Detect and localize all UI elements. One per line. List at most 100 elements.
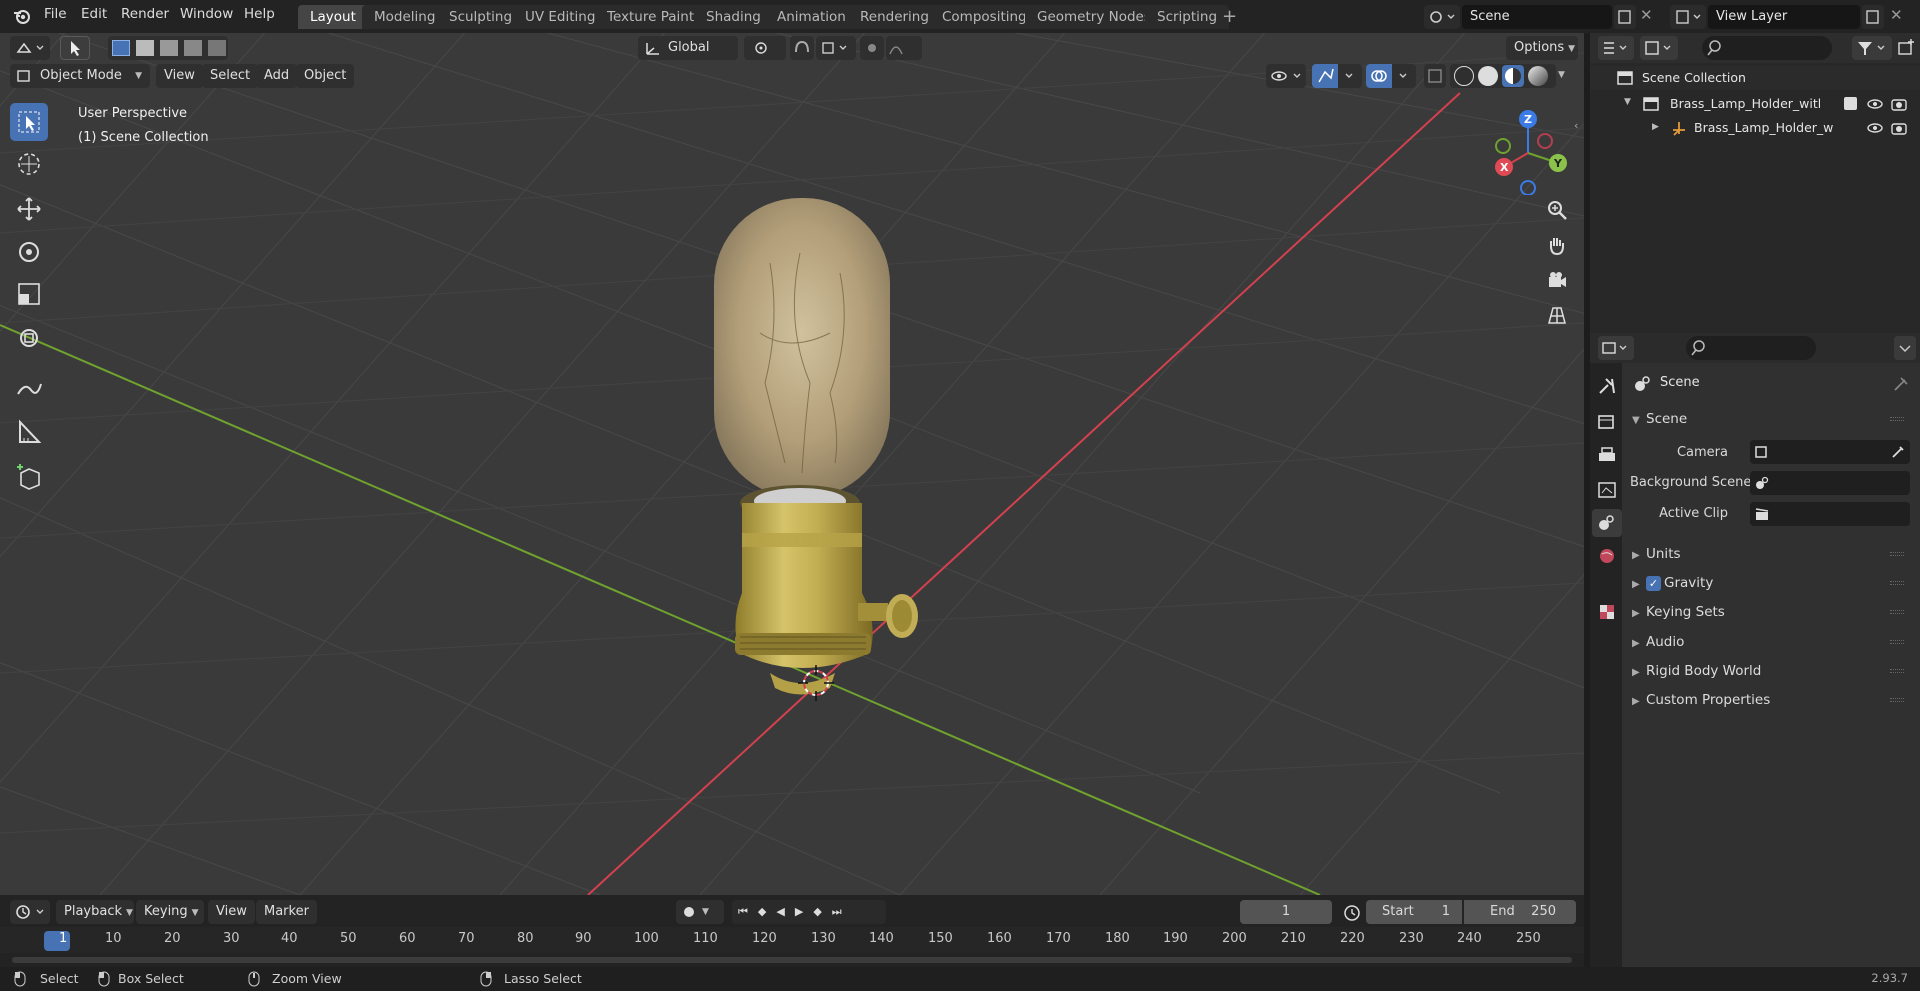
shading-options-dropdown[interactable]: ▼ <box>1558 70 1565 80</box>
camera-view-icon[interactable] <box>1542 265 1572 295</box>
outliner-object-row[interactable]: ▶ Brass_Lamp_Holder_with <box>1590 116 1920 140</box>
invert-selection-icon[interactable] <box>184 40 202 56</box>
visibility-eye-icon[interactable] <box>1866 121 1884 135</box>
tool-tab-icon[interactable] <box>1594 373 1620 399</box>
keying-menu[interactable]: Keying ▼ <box>136 900 204 924</box>
view-layer-type-button[interactable] <box>1670 5 1706 29</box>
play-icon[interactable]: ▶ <box>795 900 803 924</box>
jump-to-keyframe-back-icon[interactable]: ◆ <box>758 900 766 924</box>
select-menu[interactable]: Select <box>202 64 259 88</box>
zoom-icon[interactable] <box>1542 195 1572 225</box>
object-mode-dropdown[interactable]: Object Mode ▼ <box>10 64 150 88</box>
gizmo-toggle[interactable] <box>1312 64 1362 88</box>
navigation-gizmo[interactable]: Z Y X <box>1484 105 1574 195</box>
annotate-tool-icon[interactable] <box>10 369 48 407</box>
properties-editor-type-button[interactable] <box>1598 336 1634 360</box>
view-layer-tab-icon[interactable] <box>1594 477 1620 503</box>
outliner-search-input[interactable] <box>1702 36 1832 60</box>
properties-search-input[interactable] <box>1686 336 1816 360</box>
options-dropdown[interactable]: Options ▼ <box>1506 36 1578 60</box>
tab-shading[interactable]: Shading <box>694 5 773 29</box>
new-view-layer-icon[interactable] <box>1862 5 1884 29</box>
render-camera-icon[interactable] <box>1890 96 1908 112</box>
menu-file[interactable]: File <box>44 6 67 26</box>
filter-dropdown-icon[interactable] <box>1852 36 1892 60</box>
overlays-toggle[interactable] <box>1366 64 1416 88</box>
expand-arrow-icon[interactable]: ▶ <box>1652 122 1659 132</box>
active-clip-field[interactable] <box>1750 502 1910 526</box>
sidebar-toggle-icon[interactable]: ‹ <box>1574 119 1578 132</box>
marker-menu[interactable]: Marker <box>256 900 317 924</box>
tab-scripting[interactable]: Scripting <box>1145 5 1230 29</box>
keying-sets-panel-header[interactable]: ▶ Keying Sets <box>1632 599 1912 625</box>
eyedropper-icon[interactable] <box>1890 444 1906 460</box>
view-menu[interactable]: View <box>156 64 203 88</box>
render-tab-icon[interactable] <box>1594 409 1620 435</box>
render-camera-icon[interactable] <box>1890 120 1908 136</box>
3d-viewport[interactable]: Global Options ▼ Object Mode ▼ View Select… <box>0 33 1584 895</box>
rotate-tool-icon[interactable] <box>10 233 48 271</box>
extend-selection-icon[interactable] <box>136 40 154 56</box>
visibility-dropdown[interactable] <box>1266 64 1306 88</box>
auto-keying-toggle[interactable]: ▼ <box>676 900 724 924</box>
timeline-editor-type-button[interactable] <box>10 900 50 924</box>
end-frame-field[interactable]: End 250 <box>1464 900 1576 924</box>
transform-orientation-dropdown[interactable]: Global <box>638 36 738 60</box>
jump-to-end-icon[interactable]: ⏭ <box>832 900 842 924</box>
world-tab-icon[interactable] <box>1594 543 1620 569</box>
play-reverse-icon[interactable]: ◀ <box>776 900 784 924</box>
perspective-toggle-icon[interactable] <box>1542 300 1572 330</box>
outliner-root-row[interactable]: Scene Collection <box>1590 66 1920 90</box>
pivot-point-dropdown[interactable] <box>744 36 786 60</box>
select-box-tool-icon[interactable] <box>10 103 48 141</box>
background-scene-field[interactable] <box>1750 471 1910 495</box>
camera-field[interactable] <box>1750 440 1910 464</box>
scene-panel-header[interactable]: ▼ Scene <box>1632 406 1912 432</box>
outliner-editor-type-button[interactable] <box>1598 36 1634 60</box>
record-icon[interactable] <box>684 907 694 917</box>
jump-to-keyframe-forward-icon[interactable]: ◆ <box>813 900 821 924</box>
collection-checkbox[interactable] <box>1844 97 1857 110</box>
move-tool-icon[interactable] <box>10 190 48 228</box>
tab-uv-editing[interactable]: UV Editing <box>513 5 608 29</box>
delete-scene-icon[interactable]: ✕ <box>1640 6 1653 24</box>
visibility-eye-icon[interactable] <box>1866 97 1884 111</box>
intersect-selection-icon[interactable] <box>208 40 226 56</box>
scene-tab-icon[interactable] <box>1592 509 1622 537</box>
snap-toggle-icon[interactable] <box>790 36 814 60</box>
playback-menu[interactable]: Playback ▼ <box>56 900 134 924</box>
display-mode-dropdown[interactable] <box>1640 36 1678 60</box>
proportional-falloff-dropdown[interactable] <box>886 36 922 60</box>
outliner-collection-row[interactable]: ▼ Brass_Lamp_Holder_with_Lig <box>1590 92 1920 116</box>
set-new-selection-icon[interactable] <box>112 40 130 56</box>
new-collection-icon[interactable] <box>1896 36 1918 60</box>
menu-window[interactable]: Window <box>180 6 233 26</box>
jump-to-start-icon[interactable]: ⏮ <box>738 900 748 924</box>
texture-tab-icon[interactable] <box>1594 599 1620 625</box>
menu-help[interactable]: Help <box>244 6 275 26</box>
preview-range-icon[interactable] <box>1340 900 1364 924</box>
view-layer-name-field[interactable]: View Layer <box>1708 5 1860 29</box>
output-tab-icon[interactable] <box>1594 443 1620 469</box>
menu-edit[interactable]: Edit <box>81 6 107 26</box>
selection-mode-group[interactable] <box>108 36 228 60</box>
snap-target-dropdown[interactable] <box>816 36 856 60</box>
material-preview-shading-icon[interactable] <box>1502 65 1524 87</box>
audio-panel-header[interactable]: ▶ Audio <box>1632 629 1912 655</box>
rigid-body-world-panel-header[interactable]: ▶ Rigid Body World <box>1632 658 1912 684</box>
delete-view-layer-icon[interactable]: ✕ <box>1890 6 1903 24</box>
timeline-view-menu[interactable]: View <box>208 900 255 924</box>
tab-geometry-nodes[interactable]: Geometry Nodes <box>1025 5 1163 29</box>
tab-compositing[interactable]: Compositing <box>930 5 1039 29</box>
gravity-checkbox[interactable]: ✓ <box>1646 576 1661 591</box>
scene-name-field[interactable]: Scene <box>1462 5 1612 29</box>
pin-icon[interactable] <box>1892 375 1910 393</box>
tab-modeling[interactable]: Modeling <box>362 5 448 29</box>
solid-shading-icon[interactable] <box>1478 66 1498 86</box>
xray-toggle-icon[interactable] <box>1424 64 1446 88</box>
units-panel-header[interactable]: ▶ Units <box>1632 541 1912 567</box>
gravity-panel-header[interactable]: ▶ ✓ Gravity <box>1632 570 1912 596</box>
brass-lamp-model[interactable] <box>714 198 918 695</box>
proportional-editing-icon[interactable] <box>860 36 884 60</box>
pan-hand-icon[interactable] <box>1542 230 1572 260</box>
